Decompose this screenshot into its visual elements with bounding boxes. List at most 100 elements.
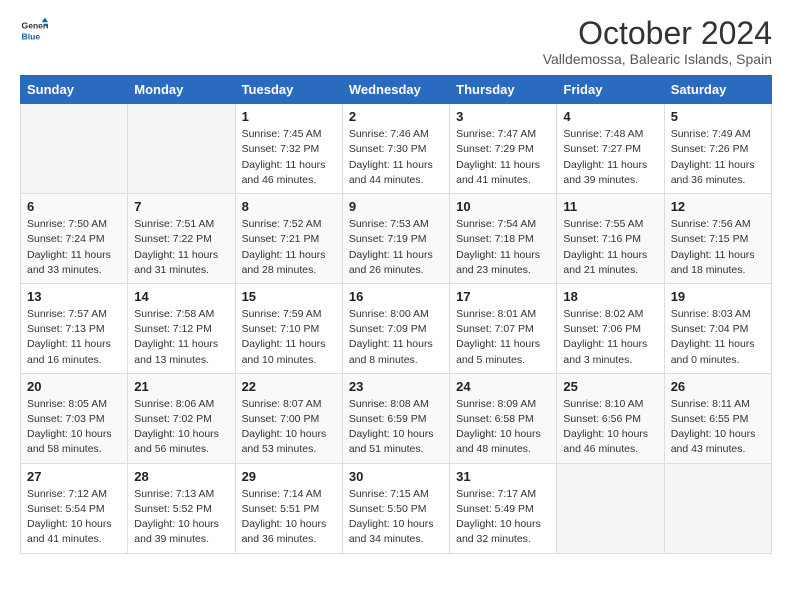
day-number: 31 — [456, 469, 550, 484]
day-info: Sunrise: 8:09 AM Sunset: 6:58 PM Dayligh… — [456, 397, 550, 458]
day-info: Sunrise: 8:00 AM Sunset: 7:09 PM Dayligh… — [349, 307, 443, 368]
day-info: Sunrise: 7:56 AM Sunset: 7:15 PM Dayligh… — [671, 217, 765, 278]
day-number: 5 — [671, 109, 765, 124]
day-number: 13 — [27, 289, 121, 304]
day-info: Sunrise: 8:11 AM Sunset: 6:55 PM Dayligh… — [671, 397, 765, 458]
day-info: Sunrise: 8:02 AM Sunset: 7:06 PM Dayligh… — [563, 307, 657, 368]
day-info: Sunrise: 7:17 AM Sunset: 5:49 PM Dayligh… — [456, 487, 550, 548]
page: General Blue October 2024 Valldemossa, B… — [0, 0, 792, 574]
logo-icon: General Blue — [20, 16, 48, 44]
day-number: 15 — [242, 289, 336, 304]
table-row: 2 Sunrise: 7:46 AM Sunset: 7:30 PM Daylig… — [342, 104, 449, 194]
table-row — [21, 104, 128, 194]
day-info: Sunrise: 7:47 AM Sunset: 7:29 PM Dayligh… — [456, 127, 550, 188]
day-number: 6 — [27, 199, 121, 214]
table-row: 28 Sunrise: 7:13 AM Sunset: 5:52 PM Dayli… — [128, 463, 235, 553]
day-info: Sunrise: 7:59 AM Sunset: 7:10 PM Dayligh… — [242, 307, 336, 368]
header-friday: Friday — [557, 76, 664, 104]
day-info: Sunrise: 7:49 AM Sunset: 7:26 PM Dayligh… — [671, 127, 765, 188]
day-number: 4 — [563, 109, 657, 124]
header-monday: Monday — [128, 76, 235, 104]
day-number: 1 — [242, 109, 336, 124]
day-info: Sunrise: 7:48 AM Sunset: 7:27 PM Dayligh… — [563, 127, 657, 188]
table-row: 16Sunrise: 8:00 AM Sunset: 7:09 PM Dayli… — [342, 283, 449, 373]
header-saturday: Saturday — [664, 76, 771, 104]
table-row: 22 Sunrise: 8:07 AM Sunset: 7:00 PM Dayli… — [235, 373, 342, 463]
calendar-week-row: 1 Sunrise: 7:45 AM Sunset: 7:32 PM Daylig… — [21, 104, 772, 194]
day-number: 24 — [456, 379, 550, 394]
table-row: 8 Sunrise: 7:52 AM Sunset: 7:21 PM Daylig… — [235, 194, 342, 284]
day-number: 27 — [27, 469, 121, 484]
day-number: 28 — [134, 469, 228, 484]
table-row — [128, 104, 235, 194]
title-block: October 2024 Valldemossa, Balearic Islan… — [543, 16, 772, 67]
table-row: 6Sunrise: 7:50 AM Sunset: 7:24 PM Daylig… — [21, 194, 128, 284]
table-row: 26 Sunrise: 8:11 AM Sunset: 6:55 PM Dayli… — [664, 373, 771, 463]
day-number: 19 — [671, 289, 765, 304]
table-row: 30 Sunrise: 7:15 AM Sunset: 5:50 PM Dayli… — [342, 463, 449, 553]
table-row: 3 Sunrise: 7:47 AM Sunset: 7:29 PM Daylig… — [450, 104, 557, 194]
day-info: Sunrise: 8:03 AM Sunset: 7:04 PM Dayligh… — [671, 307, 765, 368]
day-number: 12 — [671, 199, 765, 214]
day-info: Sunrise: 7:51 AM Sunset: 7:22 PM Dayligh… — [134, 217, 228, 278]
table-row: 7 Sunrise: 7:51 AM Sunset: 7:22 PM Daylig… — [128, 194, 235, 284]
table-row: 10 Sunrise: 7:54 AM Sunset: 7:18 PM Dayli… — [450, 194, 557, 284]
day-number: 26 — [671, 379, 765, 394]
table-row: 1 Sunrise: 7:45 AM Sunset: 7:32 PM Daylig… — [235, 104, 342, 194]
table-row — [664, 463, 771, 553]
day-info: Sunrise: 7:45 AM Sunset: 7:32 PM Dayligh… — [242, 127, 336, 188]
table-row: 11Sunrise: 7:55 AM Sunset: 7:16 PM Dayli… — [557, 194, 664, 284]
table-row: 17Sunrise: 8:01 AM Sunset: 7:07 PM Dayli… — [450, 283, 557, 373]
day-info: Sunrise: 8:10 AM Sunset: 6:56 PM Dayligh… — [563, 397, 657, 458]
table-row: 23Sunrise: 8:08 AM Sunset: 6:59 PM Dayli… — [342, 373, 449, 463]
day-info: Sunrise: 7:57 AM Sunset: 7:13 PM Dayligh… — [27, 307, 121, 368]
table-row: 24 Sunrise: 8:09 AM Sunset: 6:58 PM Dayli… — [450, 373, 557, 463]
day-number: 10 — [456, 199, 550, 214]
day-number: 21 — [134, 379, 228, 394]
table-row: 15 Sunrise: 7:59 AM Sunset: 7:10 PM Dayli… — [235, 283, 342, 373]
day-number: 30 — [349, 469, 443, 484]
header: General Blue October 2024 Valldemossa, B… — [20, 16, 772, 67]
day-info: Sunrise: 7:13 AM Sunset: 5:52 PM Dayligh… — [134, 487, 228, 548]
day-number: 23 — [349, 379, 443, 394]
day-info: Sunrise: 7:12 AM Sunset: 5:54 PM Dayligh… — [27, 487, 121, 548]
day-info: Sunrise: 7:46 AM Sunset: 7:30 PM Dayligh… — [349, 127, 443, 188]
day-info: Sunrise: 8:01 AM Sunset: 7:07 PM Dayligh… — [456, 307, 550, 368]
day-number: 3 — [456, 109, 550, 124]
day-number: 7 — [134, 199, 228, 214]
table-row: 4 Sunrise: 7:48 AM Sunset: 7:27 PM Daylig… — [557, 104, 664, 194]
header-tuesday: Tuesday — [235, 76, 342, 104]
calendar-week-row: 20Sunrise: 8:05 AM Sunset: 7:03 PM Dayli… — [21, 373, 772, 463]
day-info: Sunrise: 7:14 AM Sunset: 5:51 PM Dayligh… — [242, 487, 336, 548]
day-info: Sunrise: 7:52 AM Sunset: 7:21 PM Dayligh… — [242, 217, 336, 278]
day-info: Sunrise: 7:15 AM Sunset: 5:50 PM Dayligh… — [349, 487, 443, 548]
day-number: 22 — [242, 379, 336, 394]
table-row: 12 Sunrise: 7:56 AM Sunset: 7:15 PM Dayli… — [664, 194, 771, 284]
day-number: 14 — [134, 289, 228, 304]
table-row: 20Sunrise: 8:05 AM Sunset: 7:03 PM Dayli… — [21, 373, 128, 463]
day-number: 18 — [563, 289, 657, 304]
table-row: 29 Sunrise: 7:14 AM Sunset: 5:51 PM Dayli… — [235, 463, 342, 553]
day-number: 2 — [349, 109, 443, 124]
day-number: 29 — [242, 469, 336, 484]
svg-text:Blue: Blue — [22, 31, 41, 41]
header-sunday: Sunday — [21, 76, 128, 104]
table-row: 13 Sunrise: 7:57 AM Sunset: 7:13 PM Dayli… — [21, 283, 128, 373]
table-row: 21Sunrise: 8:06 AM Sunset: 7:02 PM Dayli… — [128, 373, 235, 463]
table-row: 31 Sunrise: 7:17 AM Sunset: 5:49 PM Dayli… — [450, 463, 557, 553]
table-row: 14 Sunrise: 7:58 AM Sunset: 7:12 PM Dayli… — [128, 283, 235, 373]
header-thursday: Thursday — [450, 76, 557, 104]
month-year-title: October 2024 — [543, 16, 772, 51]
calendar-header-row: Sunday Monday Tuesday Wednesday Thursday… — [21, 76, 772, 104]
day-info: Sunrise: 7:54 AM Sunset: 7:18 PM Dayligh… — [456, 217, 550, 278]
day-info: Sunrise: 7:58 AM Sunset: 7:12 PM Dayligh… — [134, 307, 228, 368]
calendar-table: Sunday Monday Tuesday Wednesday Thursday… — [20, 75, 772, 553]
day-number: 20 — [27, 379, 121, 394]
day-number: 11 — [563, 199, 657, 214]
day-number: 8 — [242, 199, 336, 214]
day-number: 25 — [563, 379, 657, 394]
table-row: 5 Sunrise: 7:49 AM Sunset: 7:26 PM Daylig… — [664, 104, 771, 194]
day-info: Sunrise: 8:07 AM Sunset: 7:00 PM Dayligh… — [242, 397, 336, 458]
day-number: 9 — [349, 199, 443, 214]
table-row: 18 Sunrise: 8:02 AM Sunset: 7:06 PM Dayli… — [557, 283, 664, 373]
